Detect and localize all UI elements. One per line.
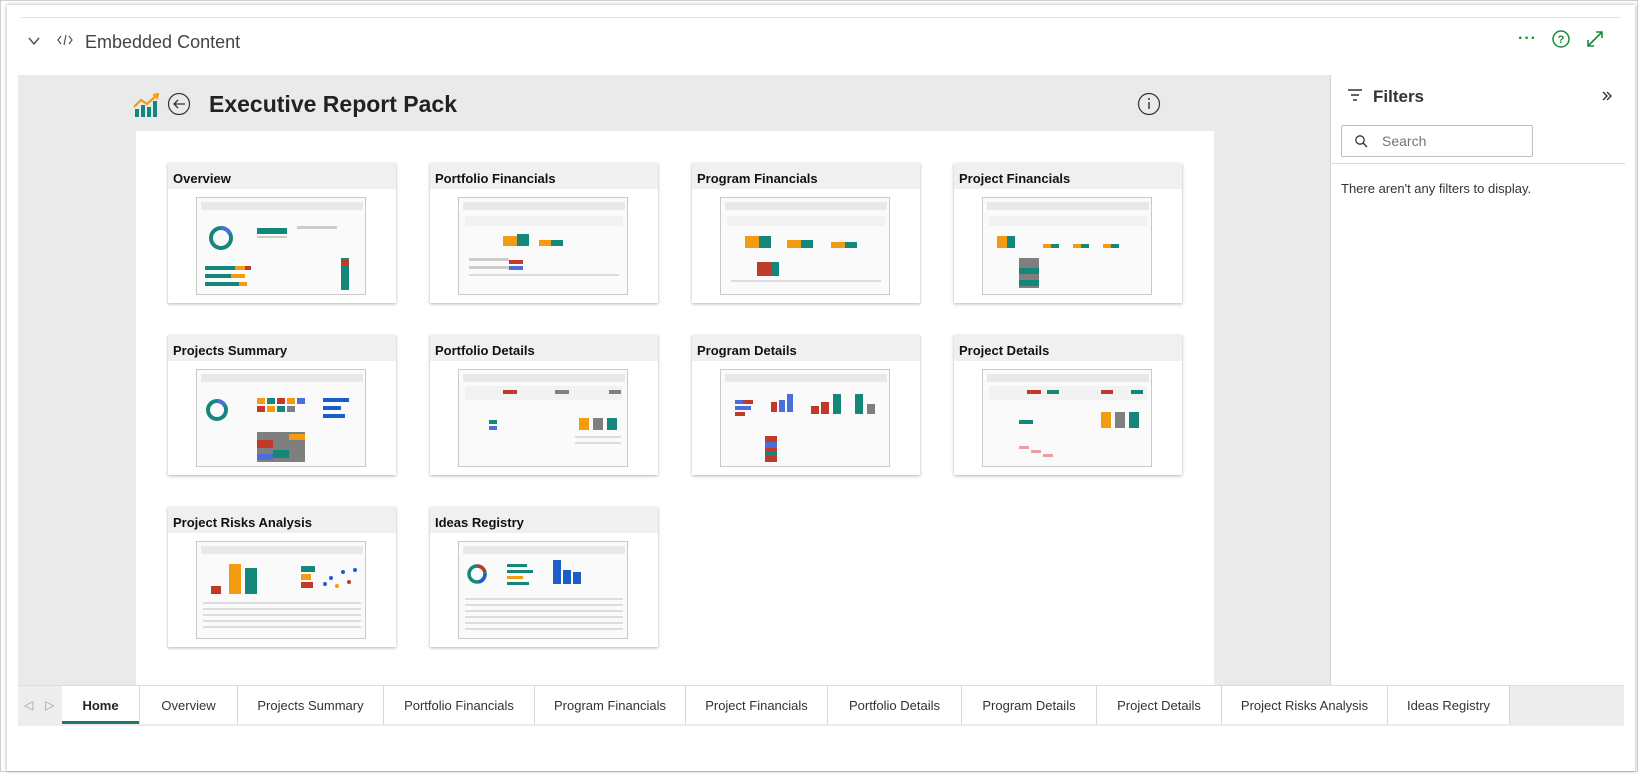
card-title: Overview <box>168 163 396 189</box>
filter-icon <box>1347 88 1363 107</box>
help-icon[interactable]: ? <box>1551 29 1571 49</box>
header-actions: ··· ? <box>1518 29 1605 49</box>
report-card-program-financials[interactable]: Program Financials <box>692 163 920 303</box>
report-card-projects-summary[interactable]: Projects Summary <box>168 335 396 475</box>
report-canvas: Executive Report Pack Overview Portfolio… <box>18 75 1330 685</box>
tab-project-risks-analysis[interactable]: Project Risks Analysis <box>1222 686 1388 724</box>
tab-scroll-left-icon[interactable]: ◁ <box>24 698 33 712</box>
back-arrow-icon[interactable] <box>167 92 191 121</box>
header-divider <box>21 17 1621 18</box>
card-thumbnail <box>458 369 628 467</box>
info-icon[interactable] <box>1137 92 1161 121</box>
report-card-overview[interactable]: Overview <box>168 163 396 303</box>
card-title: Projects Summary <box>168 335 396 361</box>
tab-projects-summary[interactable]: Projects Summary <box>238 686 384 724</box>
embedded-content-panel: Embedded Content ··· ? Executive Report … <box>7 5 1635 771</box>
no-filters-message: There aren't any filters to display. <box>1341 181 1532 196</box>
report-card-program-details[interactable]: Program Details <box>692 335 920 475</box>
filters-search-box[interactable] <box>1341 125 1533 157</box>
card-title: Portfolio Financials <box>430 163 658 189</box>
filters-title: Filters <box>1373 87 1425 106</box>
expand-icon[interactable] <box>1585 29 1605 49</box>
code-icon <box>57 33 73 52</box>
card-title: Program Details <box>692 335 920 361</box>
page-tab-bar: ◁ ▷ Home Overview Projects Summary Portf… <box>18 685 1624 726</box>
filters-header: Filters <box>1347 87 1424 107</box>
card-title: Program Financials <box>692 163 920 189</box>
card-thumbnail <box>458 197 628 295</box>
report-card-portfolio-financials[interactable]: Portfolio Financials <box>430 163 658 303</box>
tab-navigation: ◁ ▷ <box>24 698 54 712</box>
tab-program-financials[interactable]: Program Financials <box>535 686 686 724</box>
tab-project-financials[interactable]: Project Financials <box>686 686 828 724</box>
panel-header: Embedded Content ··· ? <box>7 5 1635 79</box>
filters-pane: Filters There aren't any filters to disp… <box>1330 75 1625 685</box>
chart-logo-icon <box>133 92 161 124</box>
tab-home[interactable]: Home <box>62 686 140 724</box>
card-title: Portfolio Details <box>430 335 658 361</box>
report-tiles-area: Overview Portfolio Financials Program Fi… <box>136 131 1214 685</box>
report-card-portfolio-details[interactable]: Portfolio Details <box>430 335 658 475</box>
window-frame: Embedded Content ··· ? Executive Report … <box>0 0 1638 772</box>
chevron-down-icon[interactable] <box>27 34 41 53</box>
tab-overview[interactable]: Overview <box>140 686 238 724</box>
svg-text:?: ? <box>1558 34 1565 46</box>
card-thumbnail <box>458 541 628 639</box>
tab-project-details[interactable]: Project Details <box>1097 686 1222 724</box>
card-thumbnail <box>982 369 1152 467</box>
card-thumbnail <box>720 197 890 295</box>
tab-program-details[interactable]: Program Details <box>962 686 1097 724</box>
report-title: Executive Report Pack <box>209 91 458 117</box>
tab-portfolio-financials[interactable]: Portfolio Financials <box>384 686 535 724</box>
report-card-project-details[interactable]: Project Details <box>954 335 1182 475</box>
filters-search-input[interactable] <box>1380 132 1524 150</box>
tab-ideas-registry[interactable]: Ideas Registry <box>1388 686 1510 724</box>
tab-scroll-right-icon[interactable]: ▷ <box>45 698 54 712</box>
report-header: Executive Report Pack <box>133 91 1213 133</box>
filters-divider <box>1331 163 1625 164</box>
card-title: Project Financials <box>954 163 1182 189</box>
card-thumbnail <box>196 197 366 295</box>
search-icon <box>1354 134 1368 148</box>
panel-title: Embedded Content <box>85 32 241 52</box>
report-card-ideas-registry[interactable]: Ideas Registry <box>430 507 658 647</box>
collapse-pane-icon[interactable] <box>1601 89 1613 107</box>
report-card-project-risks-analysis[interactable]: Project Risks Analysis <box>168 507 396 647</box>
card-thumbnail <box>196 541 366 639</box>
card-thumbnail <box>196 369 366 467</box>
card-title: Project Details <box>954 335 1182 361</box>
more-options-icon[interactable]: ··· <box>1518 30 1537 48</box>
tab-portfolio-details[interactable]: Portfolio Details <box>828 686 962 724</box>
card-thumbnail <box>720 369 890 467</box>
card-thumbnail <box>982 197 1152 295</box>
page-tabs: Home Overview Projects Summary Portfolio… <box>62 686 1510 724</box>
card-title: Ideas Registry <box>430 507 658 533</box>
report-card-project-financials[interactable]: Project Financials <box>954 163 1182 303</box>
card-title: Project Risks Analysis <box>168 507 396 533</box>
